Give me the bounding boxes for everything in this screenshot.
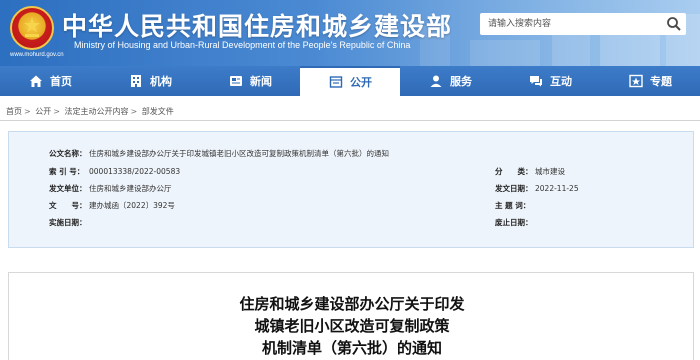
skyline-decoration (600, 32, 660, 66)
info-row-category: 分 类： 城市建设 (495, 166, 565, 177)
document-info-panel: 公文名称： 住房和城乡建设部办公厅关于印发城镇老旧小区改造可复制政策机制清单（第六… (8, 131, 694, 248)
nav-item-service[interactable]: 服务 (400, 66, 500, 96)
info-row-date: 发文日期： 2022-11-25 (495, 183, 579, 194)
info-row-title: 公文名称： 住房和城乡建设部办公厅关于印发城镇老旧小区改造可复制政策机制清单（第六… (49, 148, 389, 159)
info-row-docno: 文 号： 建办城函〔2022〕392号 (49, 200, 175, 211)
nav-label: 专题 (650, 75, 672, 88)
site-title[interactable]: 中华人民共和国住房和城乡建设部 (62, 7, 452, 43)
article-title-line: 城镇老旧小区改造可复制政策 (254, 317, 450, 335)
article-title-line: 机制清单（第六批）的通知 (261, 339, 442, 357)
info-label: 废止日期： (495, 218, 533, 227)
site-header: 中华人民共和国住房和城乡建设部 Ministry of Housing and … (0, 0, 700, 66)
breadcrumb-separator: > (53, 107, 60, 116)
info-label: 主 题 词： (495, 201, 531, 210)
info-label: 公文名称： (49, 149, 87, 158)
category-value: 城市建设 (535, 167, 565, 176)
nav-item-organization[interactable]: 机构 (100, 66, 200, 96)
info-row-expire: 废止日期： (495, 217, 535, 228)
info-row-issuer: 发文单位： 住房和城乡建设部办公厅 (49, 183, 172, 194)
home-icon (30, 75, 42, 87)
national-emblem-icon[interactable] (10, 6, 54, 50)
nav-item-interaction[interactable]: 互动 (500, 66, 600, 96)
disclosure-icon (329, 76, 343, 88)
breadcrumb-disclosure[interactable]: 公开 (35, 107, 51, 116)
article-card: 住房和城乡建设部办公厅关于印发 城镇老旧小区改造可复制政策 机制清单（第六批）的… (8, 272, 694, 360)
nav-label: 互动 (550, 75, 572, 88)
breadcrumb-documents[interactable]: 部发文件 (142, 107, 174, 116)
issue-date-value: 2022-11-25 (535, 184, 579, 193)
info-label: 发文单位： (49, 184, 87, 193)
breadcrumb-home[interactable]: 首页 (6, 107, 22, 116)
info-label: 分 类： (495, 167, 533, 176)
main-nav: 首页 机构 新闻 公开 服务 互动 专题 (0, 66, 700, 96)
nav-label: 首页 (50, 75, 72, 88)
topic-icon (629, 74, 643, 88)
nav-label: 公开 (350, 76, 372, 89)
breadcrumb: 首页 > 公开 > 法定主动公开内容 > 部发文件 (6, 106, 174, 117)
info-label: 实施日期： (49, 218, 87, 227)
breadcrumb-separator: > (24, 107, 31, 116)
search-input[interactable] (480, 13, 660, 35)
document-number-value: 建办城函〔2022〕392号 (89, 201, 175, 210)
nav-label: 机构 (150, 75, 172, 88)
info-row-index: 索 引 号： 000013338/2022-00583 (49, 166, 180, 177)
divider (0, 120, 700, 121)
info-row-effective: 实施日期： (49, 217, 89, 228)
nav-label: 新闻 (250, 75, 272, 88)
index-number-value: 000013338/2022-00583 (89, 167, 181, 176)
service-icon (430, 75, 442, 87)
article-title: 住房和城乡建设部办公厅关于印发 城镇老旧小区改造可复制政策 机制清单（第六批）的… (9, 293, 695, 359)
info-row-subject: 主 题 词： (495, 200, 535, 211)
search-icon[interactable] (666, 16, 682, 32)
document-title-value: 住房和城乡建设部办公厅关于印发城镇老旧小区改造可复制政策机制清单（第六批）的通知 (89, 149, 389, 158)
breadcrumb-statutory[interactable]: 法定主动公开内容 (65, 107, 129, 116)
nav-item-home[interactable]: 首页 (0, 66, 100, 96)
info-label: 文 号： (49, 201, 87, 210)
breadcrumb-separator: > (130, 107, 138, 116)
news-icon (230, 76, 242, 86)
nav-item-disclosure[interactable]: 公开 (300, 66, 400, 96)
issuer-value: 住房和城乡建设部办公厅 (89, 184, 172, 193)
nav-label: 服务 (450, 75, 472, 88)
info-label: 索 引 号： (49, 167, 85, 176)
article-title-line: 住房和城乡建设部办公厅关于印发 (239, 295, 465, 313)
building-icon (131, 75, 141, 87)
chat-icon (530, 76, 542, 87)
site-subtitle: Ministry of Housing and Urban-Rural Deve… (74, 40, 411, 50)
site-url: www.mohurd.gov.cn (10, 52, 64, 58)
skyline-decoration (470, 40, 540, 66)
nav-item-news[interactable]: 新闻 (200, 66, 300, 96)
nav-item-topics[interactable]: 专题 (600, 66, 700, 96)
search-box (480, 13, 686, 35)
info-label: 发文日期： (495, 184, 533, 193)
